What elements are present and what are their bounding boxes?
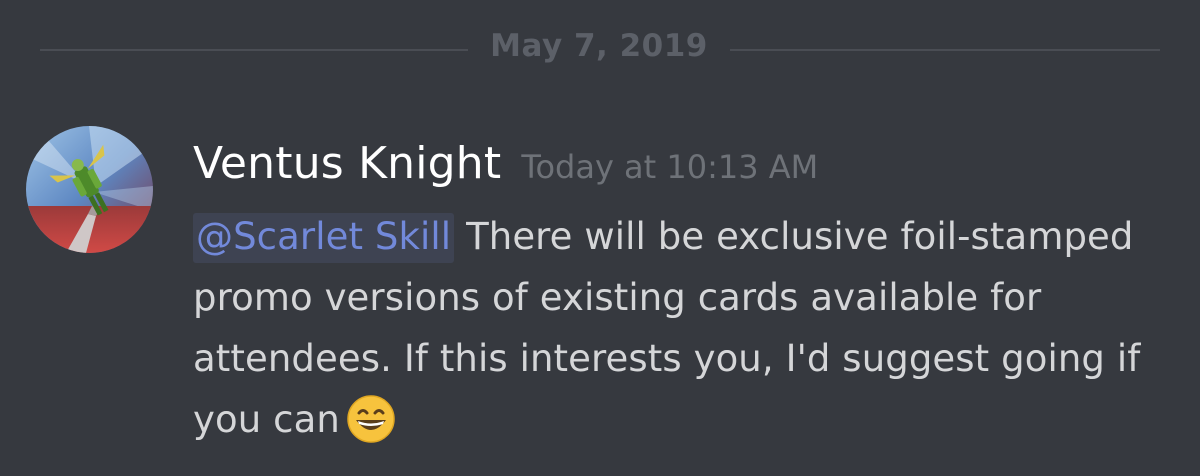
message-content: @Scarlet Skill There will be exclusive f… [193,206,1183,462]
message: Ventus Knight Today at 10:13 AM @Scarlet … [193,138,1183,462]
divider-line-left [40,49,468,51]
date-divider: May 7, 2019 [40,22,1160,74]
message-timestamp: Today at 10:13 AM [521,148,819,186]
avatar-image [26,126,153,253]
user-mention[interactable]: @Scarlet Skill [193,213,455,263]
divider-date: May 7, 2019 [490,28,708,64]
message-header: Ventus Knight Today at 10:13 AM [193,138,1183,198]
chat-view: May 7, 2019 Ventus Knight Today at 10:13… [0,0,1200,476]
avatar[interactable] [26,126,153,253]
author-name[interactable]: Ventus Knight [193,138,501,189]
divider-line-right [730,49,1160,51]
grinning-face-emoji-icon [346,394,396,462]
